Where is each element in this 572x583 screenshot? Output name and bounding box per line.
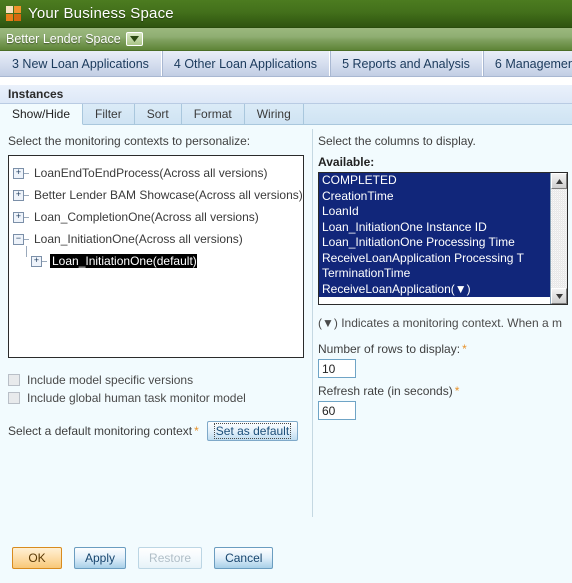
tree-item-label: Better Lender BAM Showcase(Across all ve… <box>34 188 303 202</box>
checkbox-icon[interactable] <box>8 392 20 404</box>
portlet-title: Instances <box>8 87 64 101</box>
settings-panel: Select the monitoring contexts to person… <box>0 125 572 583</box>
refresh-rate-labelrow: Refresh rate (in seconds) * <box>318 384 568 398</box>
list-item[interactable]: Loan_InitiationOne Processing Time <box>319 235 550 251</box>
tree-item-selected[interactable]: + Loan_InitiationOne(default) <box>13 245 299 272</box>
required-asterisk: * <box>454 384 460 398</box>
expander-wrap: + <box>13 211 29 223</box>
expander-wrap: + <box>26 245 47 267</box>
rows-to-display-block: Number of rows to display: * <box>318 342 568 378</box>
expand-plus-icon[interactable]: + <box>31 255 42 267</box>
list-item[interactable]: ReceiveLoanApplication Processing T <box>319 250 550 266</box>
sub-tab-filler <box>304 104 572 124</box>
refresh-rate-block: Refresh rate (in seconds) * <box>318 384 568 420</box>
columns-to-display-column: Select the columns to display. Available… <box>318 125 572 525</box>
collapse-minus-icon[interactable]: − <box>13 233 24 245</box>
list-item[interactable] <box>319 297 550 304</box>
tree-connector <box>24 172 29 174</box>
app-title: Your Business Space <box>28 5 174 22</box>
set-as-default-label: Set as default <box>213 423 292 439</box>
tree-item[interactable]: + Loan_CompletionOne(Across all versions… <box>13 206 299 228</box>
dialog-footer-buttons: OK Apply Restore Cancel <box>12 547 274 569</box>
main-tab[interactable]: 6 Management Too <box>483 51 572 76</box>
space-name-label: Better Lender Space <box>6 32 121 46</box>
chevron-down-icon[interactable] <box>125 32 143 46</box>
app-header: Your Business Space <box>0 0 572 28</box>
checkbox-label: Include global human task monitor model <box>27 391 246 405</box>
sub-tab-filter[interactable]: Filter <box>83 104 135 124</box>
sub-tab-show-hide[interactable]: Show/Hide <box>0 104 84 125</box>
tree-item[interactable]: + LoanEndToEndProcess(Across all version… <box>13 162 299 184</box>
list-item[interactable]: ReceiveLoanApplication(▼) <box>319 281 550 297</box>
monitoring-context-note: (▼) Indicates a monitoring context. When… <box>318 316 562 330</box>
checkbox-icon[interactable] <box>8 374 20 386</box>
rows-to-display-labelrow: Number of rows to display: * <box>318 342 568 356</box>
main-tab[interactable]: 4 Other Loan Applications <box>162 51 331 76</box>
expand-plus-icon[interactable]: + <box>13 189 24 201</box>
cancel-button[interactable]: Cancel <box>214 547 274 569</box>
scroll-up-arrow-icon[interactable] <box>551 173 567 189</box>
required-asterisk: * <box>462 342 467 356</box>
available-label: Available: <box>318 155 375 169</box>
tree-item-label: Loan_InitiationOne(Across all versions) <box>34 232 243 246</box>
expander-wrap: + <box>13 167 29 179</box>
tab-gap-divider <box>0 77 572 84</box>
checkbox-row-global-human-task-monitor-model[interactable]: Include global human task monitor model <box>8 389 304 407</box>
list-item[interactable]: Loan_InitiationOne Instance ID <box>319 219 550 235</box>
set-as-default-button[interactable]: Set as default <box>206 421 299 441</box>
expand-plus-icon[interactable]: + <box>13 211 24 223</box>
tree-connector <box>24 238 29 240</box>
column-divider <box>312 129 313 517</box>
space-selector-bar: Better Lender Space <box>0 28 572 51</box>
portlet-header: Instances <box>0 84 572 104</box>
checkbox-label: Include model specific versions <box>27 373 194 387</box>
rows-to-display-input[interactable] <box>318 359 356 378</box>
apply-button[interactable]: Apply <box>74 547 127 569</box>
default-context-label: Select a default monitoring context <box>8 424 193 438</box>
available-columns-list[interactable]: COMPLETED CreationTime LoanId Loan_Initi… <box>319 173 550 304</box>
expander-wrap: + <box>13 189 29 201</box>
expand-plus-icon[interactable]: + <box>13 167 24 179</box>
tree-item[interactable]: + Better Lender BAM Showcase(Across all … <box>13 184 303 206</box>
scrollbar-track[interactable] <box>551 189 567 288</box>
four-square-logo-icon <box>6 6 21 21</box>
main-tab[interactable]: 3 New Loan Applications <box>0 51 162 76</box>
columns-prompt: Select the columns to display. <box>318 134 476 148</box>
refresh-rate-label: Refresh rate (in seconds) <box>318 384 453 398</box>
monitoring-contexts-prompt: Select the monitoring contexts to person… <box>8 134 251 148</box>
tree-item-label: Loan_InitiationOne(default) <box>50 254 197 268</box>
sub-tab-wiring[interactable]: Wiring <box>245 104 304 124</box>
available-columns-listbox[interactable]: COMPLETED CreationTime LoanId Loan_Initi… <box>318 172 568 305</box>
default-context-row: Select a default monitoring context * Se… <box>8 421 304 441</box>
sub-tab-sort[interactable]: Sort <box>135 104 182 124</box>
listbox-scrollbar[interactable] <box>550 173 567 304</box>
refresh-rate-input[interactable] <box>318 401 356 420</box>
rows-to-display-label: Number of rows to display: <box>318 342 461 356</box>
scroll-down-arrow-icon[interactable] <box>551 288 567 304</box>
list-item[interactable]: TerminationTime <box>319 266 550 282</box>
tree-item-label: LoanEndToEndProcess(Across all versions) <box>34 166 268 180</box>
tree-connector <box>42 260 47 262</box>
list-item[interactable]: LoanId <box>319 204 550 220</box>
sub-tab-format[interactable]: Format <box>182 104 245 124</box>
tree-connector <box>24 194 29 196</box>
ok-button[interactable]: OK <box>12 547 62 569</box>
expander-wrap: − <box>13 233 29 245</box>
tree-item-label: Loan_CompletionOne(Across all versions) <box>34 210 259 224</box>
tree-connector <box>24 216 29 218</box>
monitoring-contexts-column: Select the monitoring contexts to person… <box>0 125 312 525</box>
sub-tab-strip: Show/Hide Filter Sort Format Wiring <box>0 104 572 125</box>
options-checkbox-group: Include model specific versions Include … <box>8 371 304 407</box>
main-tab[interactable]: 5 Reports and Analysis <box>330 51 483 76</box>
restore-button: Restore <box>138 547 203 569</box>
main-tab-strip: 3 New Loan Applications 4 Other Loan App… <box>0 51 572 77</box>
required-asterisk: * <box>194 424 199 438</box>
list-item[interactable]: CreationTime <box>319 188 550 204</box>
checkbox-row-model-specific-versions[interactable]: Include model specific versions <box>8 371 304 389</box>
monitoring-contexts-tree[interactable]: + LoanEndToEndProcess(Across all version… <box>8 155 304 358</box>
tree-item[interactable]: − Loan_InitiationOne(Across all versions… <box>13 228 299 250</box>
list-item[interactable]: COMPLETED <box>319 173 550 189</box>
